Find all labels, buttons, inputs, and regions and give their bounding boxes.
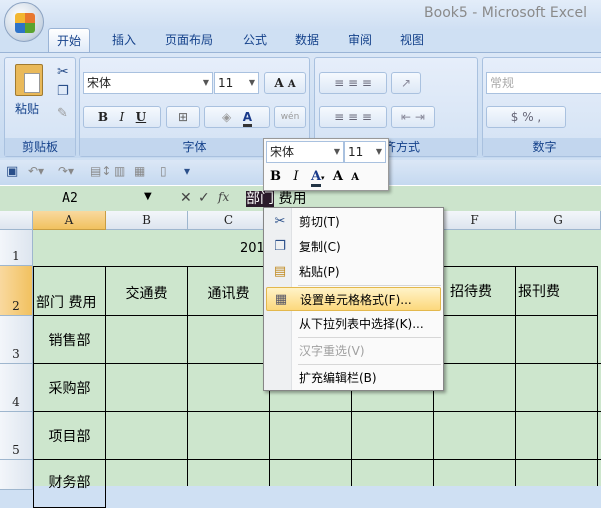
cut-icon[interactable]: ✂: [57, 64, 69, 80]
number-group: 常规 $ % , 数字: [482, 57, 601, 157]
orientation-icon[interactable]: ↗: [391, 72, 421, 94]
column-header[interactable]: B: [106, 211, 188, 230]
menu-item-paste[interactable]: ▤ 粘贴(P): [266, 260, 441, 284]
phonetic-button[interactable]: wén: [274, 106, 306, 128]
cell-dept[interactable]: 项目部: [33, 412, 106, 460]
print-preview-icon[interactable]: ▥: [114, 164, 125, 178]
cell-f2[interactable]: 招待费: [434, 266, 516, 316]
font-grow-shrink-buttons[interactable]: A A: [264, 72, 306, 94]
accounting-percent-comma[interactable]: $ % ,: [486, 106, 566, 128]
paste-icon[interactable]: [15, 64, 43, 96]
column-header[interactable]: F: [434, 211, 516, 230]
menu-item-copy[interactable]: ❐ 复制(C): [266, 235, 441, 259]
scissors-icon: ✂: [274, 214, 286, 229]
redo-icon[interactable]: ↷▾: [58, 164, 74, 178]
clipboard-group: 粘贴 ✂ ❐ ✎ 剪贴板: [4, 57, 76, 157]
mini-toolbar: 宋体 ▼ 11 ▼ B I A▾ A A: [263, 138, 389, 191]
borders-icon[interactable]: ⊞: [166, 106, 200, 128]
row-header[interactable]: 5: [0, 412, 33, 460]
vertical-align-icon[interactable]: ≡ ≡ ≡: [319, 72, 387, 94]
mini-format-buttons[interactable]: B I A▾ A A: [270, 169, 359, 187]
office-logo-icon: [15, 13, 35, 33]
name-box[interactable]: A2: [0, 188, 140, 210]
customize-qat-icon[interactable]: ▾: [184, 164, 190, 178]
copy-icon[interactable]: ❐: [57, 84, 69, 99]
paste-icon: ▤: [273, 264, 287, 279]
horizontal-align-icon[interactable]: ≡ ≡ ≡: [319, 106, 387, 128]
cell-dept[interactable]: 财务部: [33, 460, 106, 508]
tab-data[interactable]: 数据: [287, 28, 327, 52]
undo-icon[interactable]: ↶▾: [28, 164, 44, 178]
title-bar: Book5 - Microsoft Excel: [0, 0, 601, 30]
sort-icon[interactable]: ▤↕: [90, 164, 111, 178]
insert-function-button[interactable]: fx: [218, 190, 229, 204]
save-icon[interactable]: ▣: [6, 164, 18, 179]
new-document-icon[interactable]: ▯: [160, 164, 167, 178]
cell-g2[interactable]: 报刊费: [516, 266, 598, 316]
number-group-label: 数字: [483, 138, 601, 156]
row-header[interactable]: 3: [0, 316, 33, 364]
tab-home[interactable]: 开始: [48, 28, 91, 52]
mini-size-combo[interactable]: 11 ▼: [344, 141, 386, 163]
menu-item-pick-from-list[interactable]: 从下拉列表中选择(K)...: [266, 312, 441, 336]
row-header[interactable]: 1: [0, 230, 33, 266]
tab-formulas[interactable]: 公式: [235, 28, 275, 52]
menu-item-expand-formula-bar[interactable]: 扩充编辑栏(B): [266, 366, 441, 390]
menu-item-format-cells[interactable]: ▦ 设置单元格格式(F)...: [266, 287, 441, 311]
menu-item-cut[interactable]: ✂ 剪切(T): [266, 210, 441, 234]
tab-review[interactable]: 审阅: [340, 28, 380, 52]
title-cell[interactable]: 201: [240, 241, 265, 256]
format-painter-icon[interactable]: ✎: [57, 106, 68, 121]
column-header[interactable]: A: [33, 211, 106, 230]
column-header[interactable]: C: [188, 211, 270, 230]
ribbon-tabs: 开始 插入 页面布局 公式 数据 审阅 视图: [0, 28, 601, 52]
row-header[interactable]: 4: [0, 364, 33, 412]
enter-icon[interactable]: ✓: [198, 190, 210, 206]
select-all-corner[interactable]: [0, 211, 33, 230]
cell-c2[interactable]: 通讯费: [188, 266, 270, 316]
tab-insert[interactable]: 插入: [104, 28, 144, 52]
cancel-icon[interactable]: ✕: [180, 190, 192, 206]
font-name-combo[interactable]: 宋体 ▼: [83, 72, 213, 94]
cell-b2[interactable]: 交通费: [106, 266, 188, 316]
number-format-combo[interactable]: 常规: [486, 72, 601, 94]
font-size-combo[interactable]: 11 ▼: [214, 72, 259, 94]
indent-icon[interactable]: ⇤ ⇥: [391, 106, 435, 128]
tab-page-layout[interactable]: 页面布局: [157, 28, 221, 52]
name-box-dropdown-icon[interactable]: ▼: [144, 191, 152, 202]
cell-a2[interactable]: 部门 费用: [33, 266, 106, 316]
mini-font-combo[interactable]: 宋体 ▼: [266, 141, 344, 163]
tab-view[interactable]: 视图: [392, 28, 432, 52]
context-menu: ✂ 剪切(T) ❐ 复制(C) ▤ 粘贴(P) ▦ 设置单元格格式(F)... 从下拉列…: [263, 207, 444, 391]
chart-icon[interactable]: ▦: [134, 164, 145, 178]
cell-dept[interactable]: 采购部: [33, 364, 106, 412]
cell-dept[interactable]: 销售部: [33, 316, 106, 364]
copy-icon: ❐: [274, 239, 286, 254]
row-header[interactable]: 2: [0, 266, 33, 316]
bold-italic-underline[interactable]: B I U: [83, 106, 161, 128]
paste-button[interactable]: 粘贴: [15, 100, 39, 117]
fill-font-color[interactable]: ◈ A: [204, 106, 270, 128]
clipboard-group-label: 剪贴板: [5, 138, 75, 156]
office-button[interactable]: [4, 2, 44, 42]
column-header[interactable]: G: [516, 211, 601, 230]
fill-color-icon: ◈: [222, 110, 232, 124]
menu-item-reconversion: 汉字重选(V): [299, 344, 365, 358]
window-title: Book5 - Microsoft Excel: [424, 5, 587, 21]
format-cells-icon: ▦: [274, 292, 288, 307]
